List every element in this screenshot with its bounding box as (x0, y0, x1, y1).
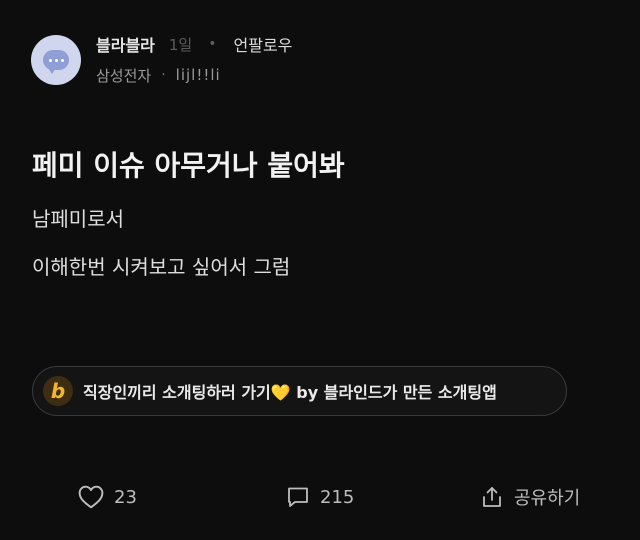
ad-banner[interactable]: b 직장인끼리 소개팅하러 가기💛 by 블라인드가 만든 소개팅앱 (32, 366, 567, 416)
avatar[interactable] (31, 35, 81, 85)
post-body-line: 이해한번 시켜보고 싶어서 그럼 (32, 255, 291, 279)
author-meta: 삼성전자 · lijl!!li (96, 64, 221, 86)
post-title: 페미 이슈 아무거나 붙어봐 (32, 149, 345, 182)
comment-icon (286, 485, 310, 509)
heart-icon (78, 485, 104, 509)
post-header: 블라블라 1일 • 언팔로우 (96, 32, 293, 56)
separator-dot: · (161, 67, 166, 83)
chat-bubble-icon (43, 50, 69, 74)
author-nickname: lijl!!li (175, 66, 221, 84)
author-name[interactable]: 블라블라 (96, 32, 155, 56)
comment-button[interactable]: 215 (286, 484, 354, 510)
post-page: 블라블라 1일 • 언팔로우 삼성전자 · lijl!!li 페미 이슈 아무거… (0, 0, 640, 540)
post-body-line: 남페미로서 (32, 207, 124, 231)
share-button[interactable]: 공유하기 (480, 484, 580, 510)
blind-logo-icon: b (43, 376, 73, 406)
post-time: 1일 (168, 35, 193, 54)
company-name[interactable]: 삼성전자 (96, 65, 151, 86)
separator-dot: • (208, 36, 217, 52)
unfollow-button[interactable]: 언팔로우 (234, 32, 293, 56)
ad-text: 직장인끼리 소개팅하러 가기💛 by 블라인드가 만든 소개팅앱 (83, 383, 497, 402)
like-button[interactable]: 23 (78, 484, 137, 510)
comment-count: 215 (320, 486, 355, 508)
like-count: 23 (114, 486, 137, 508)
share-icon (480, 485, 504, 509)
share-label: 공유하기 (514, 488, 581, 509)
